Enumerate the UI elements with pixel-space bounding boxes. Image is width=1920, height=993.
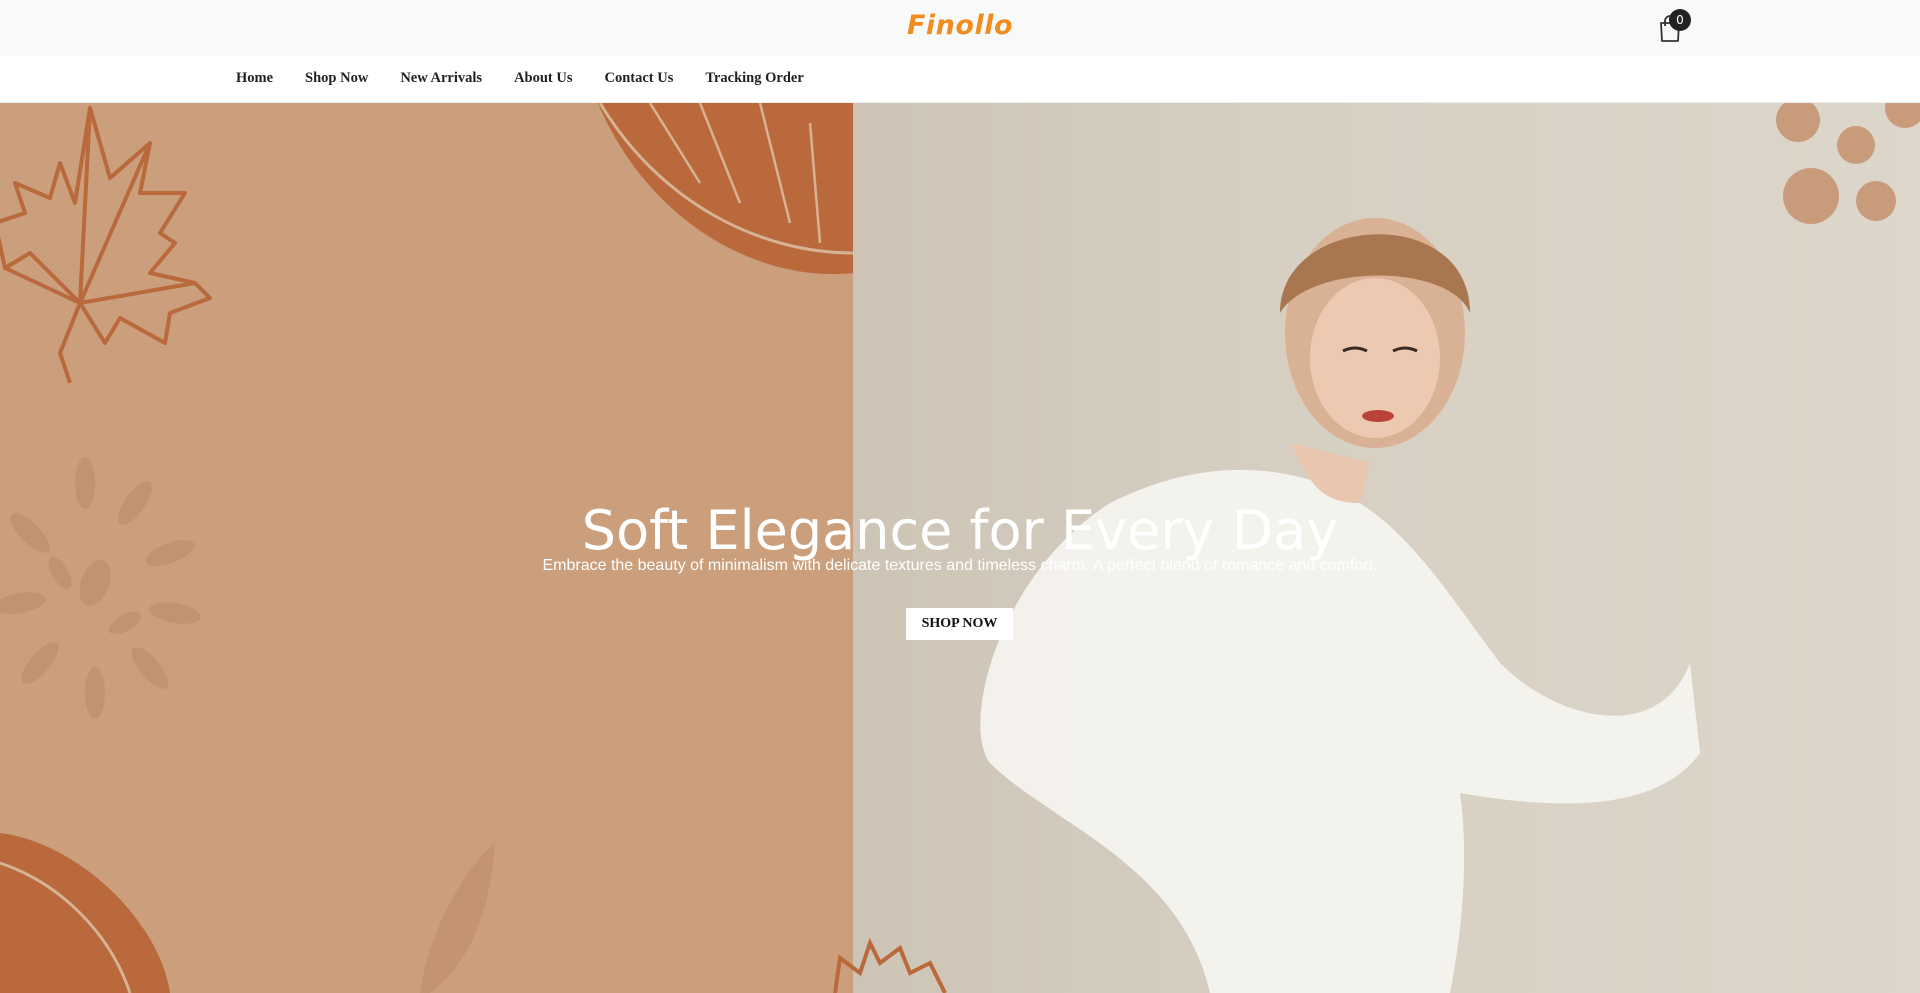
nav-item-tracking-order[interactable]: Tracking Order xyxy=(705,70,803,87)
shop-now-button[interactable]: SHOP NOW xyxy=(906,608,1013,640)
brand-logo[interactable]: Finollo xyxy=(0,10,1920,41)
main-navigation: Home Shop Now New Arrivals About Us Cont… xyxy=(0,56,1920,103)
nav-item-shop-now[interactable]: Shop Now xyxy=(305,70,368,87)
floral-burst-illustration xyxy=(0,457,201,719)
cart-count-badge: 0 xyxy=(1669,9,1691,31)
leaf-illustration-faint xyxy=(420,843,495,993)
nav-item-about-us[interactable]: About Us xyxy=(514,70,572,87)
nav-item-new-arrivals[interactable]: New Arrivals xyxy=(400,70,482,87)
dots-illustration xyxy=(1776,103,1920,224)
nav-item-home[interactable]: Home xyxy=(236,70,273,87)
leaf-illustration-top xyxy=(597,103,854,274)
hero-subtitle: Embrace the beauty of minimalism with de… xyxy=(542,557,1378,574)
top-bar: Finollo 0 xyxy=(0,0,1920,56)
model-figure xyxy=(980,218,1700,993)
hero-banner: Soft Elegance for Every Day Embrace the … xyxy=(0,103,1920,993)
maple-leaf-illustration-bottom xyxy=(833,937,947,993)
hero-title: Soft Elegance for Every Day xyxy=(581,499,1339,563)
leaf-illustration-bottom xyxy=(0,833,170,993)
nav-item-contact-us[interactable]: Contact Us xyxy=(604,70,673,87)
maple-leaf-illustration xyxy=(0,106,212,384)
